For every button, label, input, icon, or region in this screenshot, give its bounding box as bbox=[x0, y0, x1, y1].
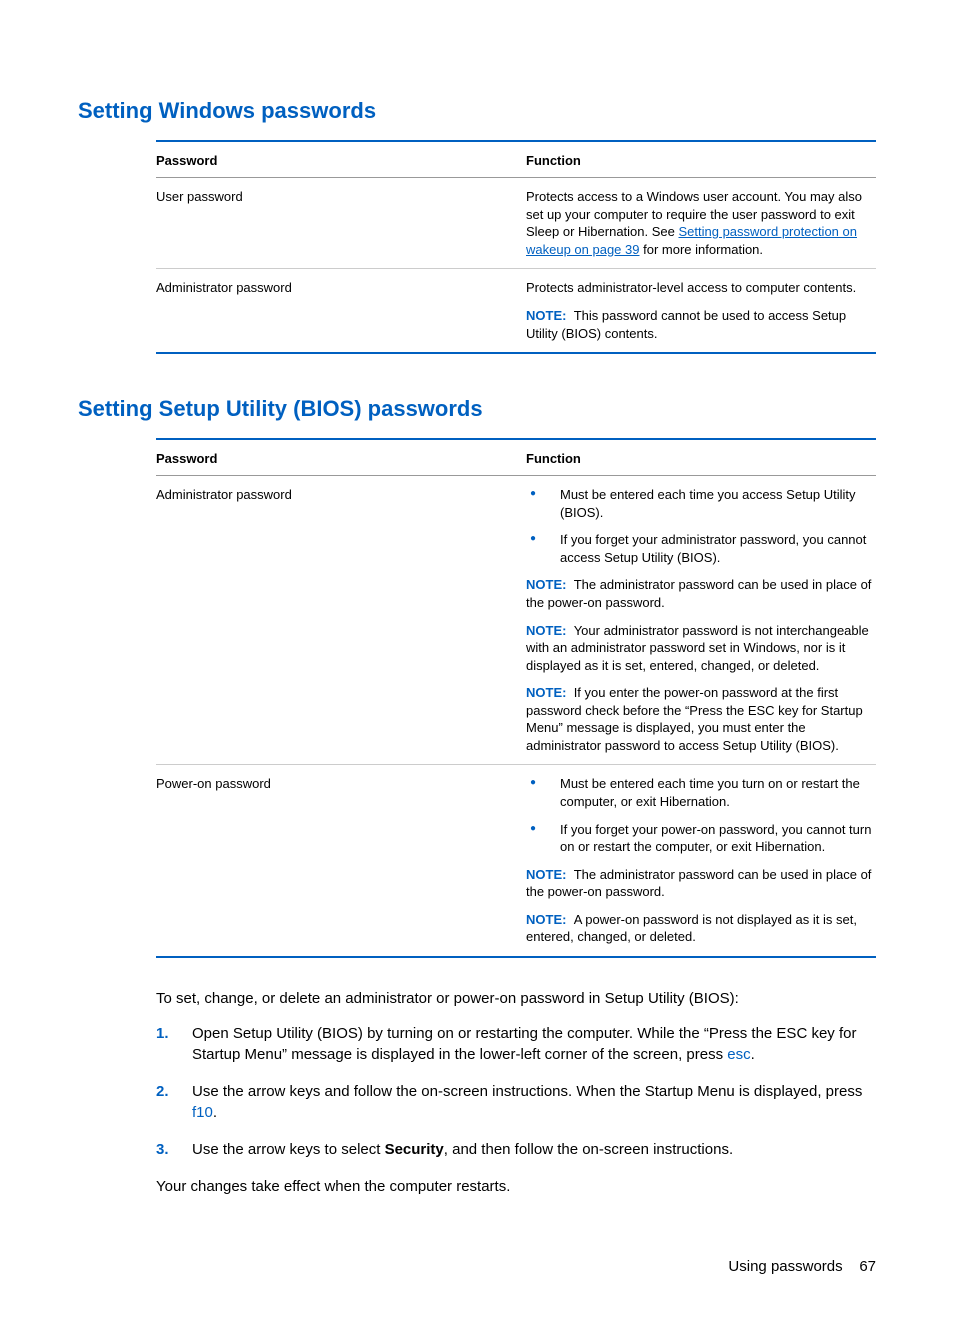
table-bios-passwords: Password Function Administrator password… bbox=[156, 438, 876, 958]
list-item: If you forget your power-on password, yo… bbox=[526, 821, 876, 856]
th-password: Password bbox=[156, 152, 526, 170]
note-label: NOTE: bbox=[526, 867, 566, 882]
bullet-list: Must be entered each time you access Set… bbox=[526, 486, 876, 566]
note-label: NOTE: bbox=[526, 685, 566, 700]
cell-password-name: Administrator password bbox=[156, 486, 526, 754]
bold-security: Security bbox=[385, 1141, 444, 1158]
bullet-list: Must be entered each time you turn on or… bbox=[526, 775, 876, 855]
step-item: 1. Open Setup Utility (BIOS) by turning … bbox=[156, 1023, 876, 1065]
th-function: Function bbox=[526, 450, 876, 468]
step-text: Use the arrow keys to select bbox=[192, 1141, 385, 1158]
cell-function: Must be entered each time you turn on or… bbox=[526, 775, 876, 945]
step-text: , and then follow the on-screen instruct… bbox=[444, 1141, 733, 1158]
heading-windows-passwords: Setting Windows passwords bbox=[78, 96, 876, 126]
note: NOTE: The administrator password can be … bbox=[526, 866, 876, 901]
note-text: The administrator password can be used i… bbox=[526, 867, 871, 900]
note-label: NOTE: bbox=[526, 912, 566, 927]
step-item: 3. Use the arrow keys to select Security… bbox=[156, 1139, 876, 1160]
table-row: Administrator password Must be entered e… bbox=[156, 476, 876, 765]
text: for more information. bbox=[639, 242, 763, 257]
note: NOTE: The administrator password can be … bbox=[526, 576, 876, 611]
footer-page-number: 67 bbox=[859, 1258, 876, 1275]
cell-function: Protects administrator-level access to c… bbox=[526, 279, 876, 342]
step-item: 2. Use the arrow keys and follow the on-… bbox=[156, 1081, 876, 1123]
page-footer: Using passwords 67 bbox=[78, 1257, 876, 1277]
note-text: This password cannot be used to access S… bbox=[526, 308, 846, 341]
table-header-row: Password Function bbox=[156, 142, 876, 179]
heading-bios-passwords: Setting Setup Utility (BIOS) passwords bbox=[78, 394, 876, 424]
note: NOTE: A power-on password is not display… bbox=[526, 911, 876, 946]
note-text: Your administrator password is not inter… bbox=[526, 623, 869, 673]
list-item: Must be entered each time you access Set… bbox=[526, 486, 876, 521]
table-header-row: Password Function bbox=[156, 440, 876, 477]
cell-function: Protects access to a Windows user accoun… bbox=[526, 188, 876, 258]
note-text: A power-on password is not displayed as … bbox=[526, 912, 857, 945]
cell-password-name: User password bbox=[156, 188, 526, 258]
key-esc: esc bbox=[727, 1046, 750, 1063]
note-text: The administrator password can be used i… bbox=[526, 577, 871, 610]
table-row: Power-on password Must be entered each t… bbox=[156, 765, 876, 955]
note: NOTE: If you enter the power-on password… bbox=[526, 684, 876, 754]
step-text: Open Setup Utility (BIOS) by turning on … bbox=[192, 1025, 856, 1063]
note-label: NOTE: bbox=[526, 623, 566, 638]
body-content: To set, change, or delete an administrat… bbox=[156, 988, 876, 1197]
note-label: NOTE: bbox=[526, 577, 566, 592]
outro-paragraph: Your changes take effect when the comput… bbox=[156, 1176, 876, 1197]
th-password: Password bbox=[156, 450, 526, 468]
th-function: Function bbox=[526, 152, 876, 170]
list-item: Must be entered each time you turn on or… bbox=[526, 775, 876, 810]
footer-section: Using passwords bbox=[728, 1258, 842, 1275]
note: NOTE: Your administrator password is not… bbox=[526, 622, 876, 675]
step-text: . bbox=[751, 1046, 755, 1063]
step-text: . bbox=[213, 1104, 217, 1121]
intro-paragraph: To set, change, or delete an administrat… bbox=[156, 988, 876, 1009]
cell-function: Must be entered each time you access Set… bbox=[526, 486, 876, 754]
step-number: 1. bbox=[156, 1023, 169, 1044]
table-row: User password Protects access to a Windo… bbox=[156, 178, 876, 269]
key-f10: f10 bbox=[192, 1104, 213, 1121]
table-row: Administrator password Protects administ… bbox=[156, 269, 876, 352]
text: Protects administrator-level access to c… bbox=[526, 279, 876, 297]
note: NOTE: This password cannot be used to ac… bbox=[526, 307, 876, 342]
step-text: Use the arrow keys and follow the on-scr… bbox=[192, 1083, 862, 1100]
note-text: If you enter the power-on password at th… bbox=[526, 685, 863, 753]
step-number: 3. bbox=[156, 1139, 169, 1160]
list-item: If you forget your administrator passwor… bbox=[526, 531, 876, 566]
steps-list: 1. Open Setup Utility (BIOS) by turning … bbox=[156, 1023, 876, 1160]
step-number: 2. bbox=[156, 1081, 169, 1102]
cell-password-name: Administrator password bbox=[156, 279, 526, 342]
cell-password-name: Power-on password bbox=[156, 775, 526, 945]
table-windows-passwords: Password Function User password Protects… bbox=[156, 140, 876, 354]
note-label: NOTE: bbox=[526, 308, 566, 323]
